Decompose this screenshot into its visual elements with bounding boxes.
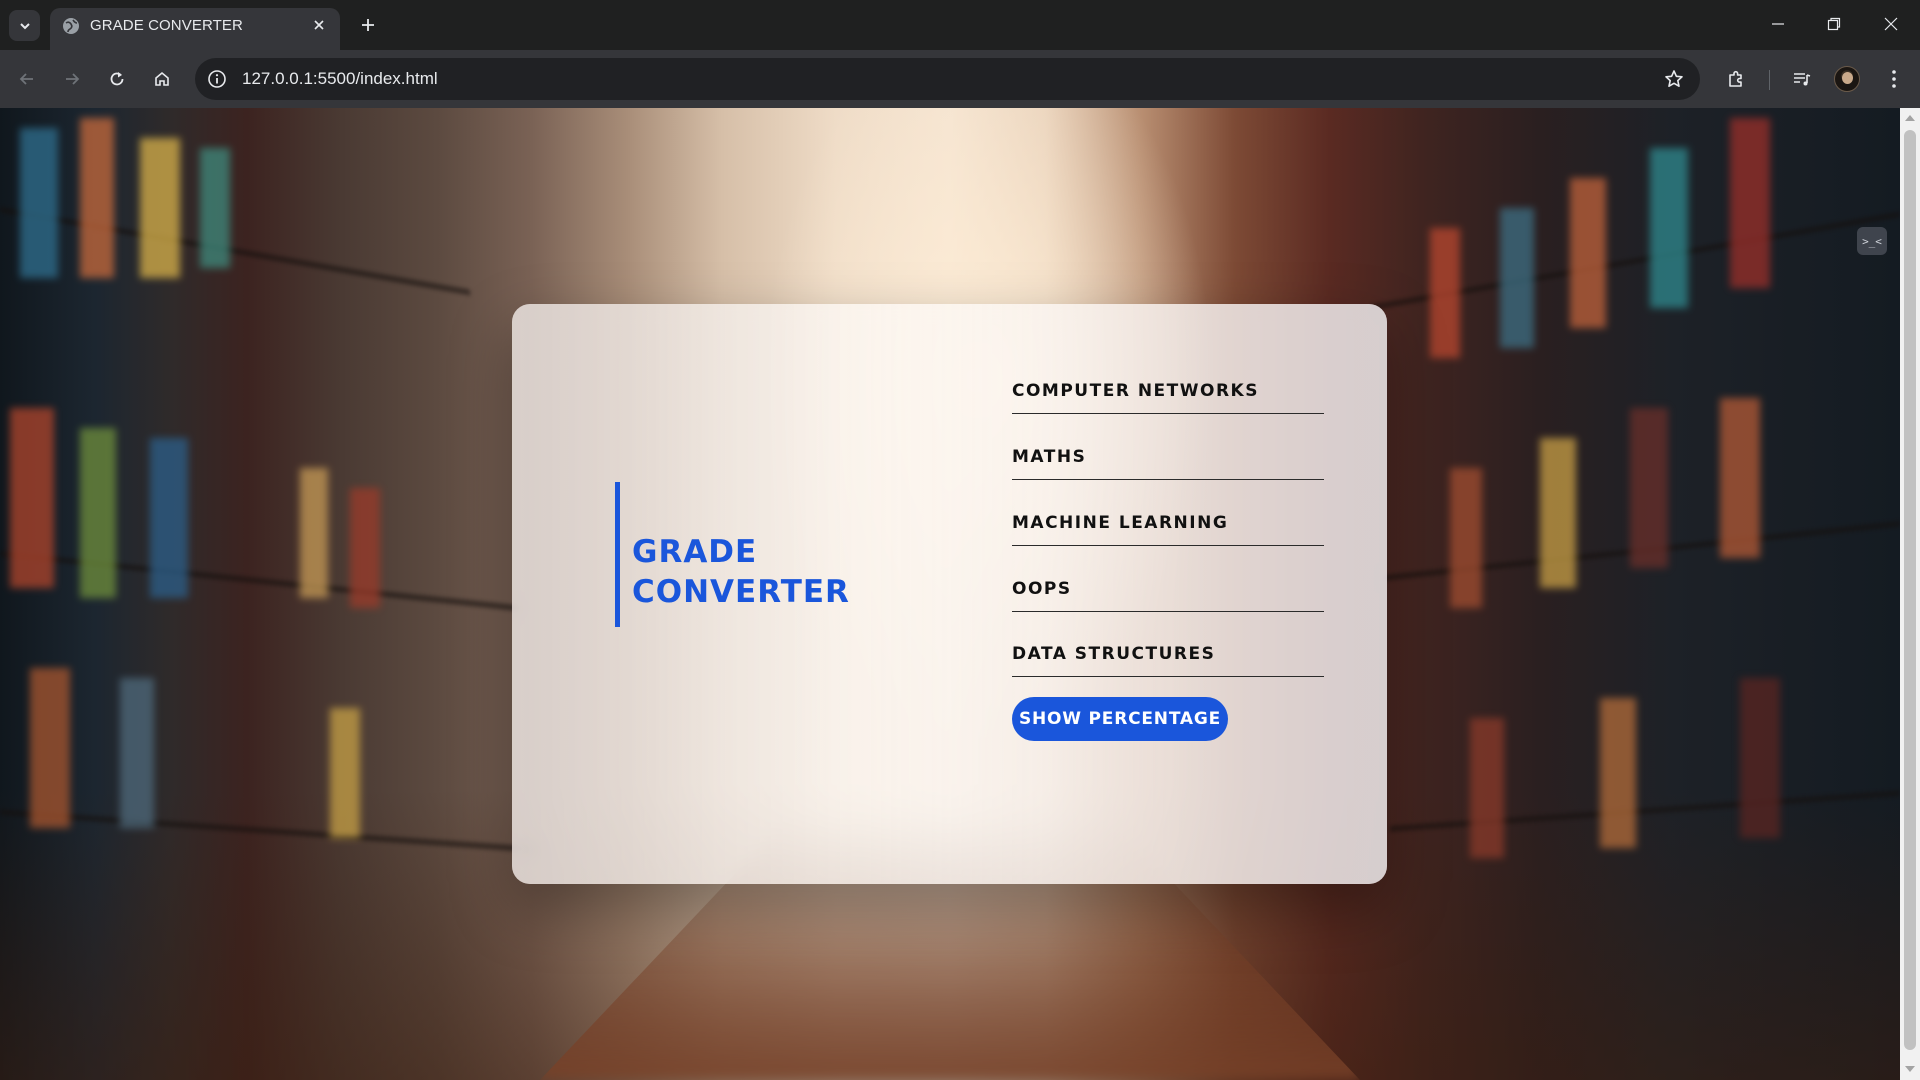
scroll-down-arrow[interactable]: [1905, 1066, 1915, 1072]
globe-icon: [63, 18, 79, 34]
book-decoration: [1500, 208, 1534, 348]
book-decoration: [1650, 148, 1688, 308]
book-decoration: [30, 668, 70, 828]
book-decoration: [330, 708, 360, 838]
shelf-decoration: [0, 550, 520, 612]
puzzle-icon: [1729, 70, 1742, 87]
arrow-left-icon: [19, 73, 33, 85]
subject-label: OOPS: [1012, 579, 1072, 599]
browser-tab-bar: GRADE CONVERTER: [0, 0, 1920, 50]
subject-field-machine-learning[interactable]: MACHINE LEARNING: [1012, 480, 1324, 546]
shelf-decoration: [0, 809, 540, 853]
tab-list-button[interactable]: [9, 10, 40, 41]
book-decoration: [1630, 408, 1668, 568]
extension-widget[interactable]: >_<: [1857, 227, 1887, 255]
book-decoration: [1470, 718, 1504, 858]
book-decoration: [1430, 228, 1460, 358]
subject-label: MACHINE LEARNING: [1012, 513, 1229, 533]
page-title: GRADE CONVERTER: [632, 534, 850, 610]
kebab-menu-icon: [1892, 70, 1896, 88]
close-icon: [314, 20, 324, 30]
show-percentage-button[interactable]: SHOW PERCENTAGE: [1012, 697, 1228, 741]
reload-button[interactable]: [101, 63, 133, 95]
forward-button[interactable]: [56, 63, 88, 95]
star-icon: [1665, 70, 1683, 87]
browser-menu-button[interactable]: [1878, 63, 1910, 95]
browser-tab[interactable]: GRADE CONVERTER: [50, 8, 340, 50]
minimize-button[interactable]: [1758, 9, 1798, 39]
book-decoration: [350, 488, 380, 608]
subject-label: COMPUTER NETWORKS: [1012, 381, 1259, 401]
restore-icon: [1827, 17, 1841, 31]
home-button[interactable]: [146, 63, 178, 95]
book-decoration: [80, 118, 114, 278]
book-decoration: [1450, 468, 1482, 608]
book-decoration: [1720, 398, 1760, 558]
subject-field-computer-networks[interactable]: COMPUTER NETWORKS: [1012, 348, 1324, 414]
media-controls-icon: [1794, 73, 1811, 86]
extensions-button[interactable]: [1720, 63, 1752, 95]
book-decoration: [20, 128, 58, 278]
book-decoration: [300, 468, 328, 598]
media-controls-button[interactable]: [1786, 63, 1818, 95]
tab-title: GRADE CONVERTER: [90, 17, 243, 34]
site-info-button[interactable]: [205, 67, 229, 91]
subject-label: MATHS: [1012, 447, 1087, 467]
book-decoration: [1570, 178, 1606, 328]
book-decoration: [140, 138, 180, 278]
book-decoration: [1540, 438, 1576, 588]
profile-avatar[interactable]: [1834, 66, 1860, 92]
arrow-right-icon: [66, 73, 80, 85]
subject-label: DATA STRUCTURES: [1012, 644, 1216, 664]
new-tab-button[interactable]: [355, 12, 381, 38]
book-decoration: [1730, 118, 1770, 288]
shelf-decoration: [0, 206, 470, 296]
close-tab-button[interactable]: [308, 14, 330, 36]
page-scrollbar[interactable]: [1900, 108, 1920, 1080]
grade-converter-card: GRADE CONVERTER COMPUTER NETWORKS MATHS …: [512, 304, 1387, 884]
book-decoration: [150, 438, 188, 598]
chevron-down-icon: [19, 22, 30, 29]
home-icon: [155, 71, 169, 86]
scroll-up-arrow[interactable]: [1905, 115, 1915, 121]
title-accent-bar: [615, 482, 620, 627]
subject-field-oops[interactable]: OOPS: [1012, 546, 1324, 612]
back-button[interactable]: [11, 63, 43, 95]
address-bar[interactable]: 127.0.0.1:5500/index.html: [195, 58, 1700, 100]
restore-button[interactable]: [1814, 9, 1854, 39]
reload-icon: [110, 72, 124, 86]
toolbar-separator: [1769, 70, 1770, 90]
subject-field-maths[interactable]: MATHS: [1012, 414, 1324, 480]
shelf-decoration: [1390, 790, 1900, 832]
book-decoration: [1600, 698, 1636, 848]
minimize-icon: [1772, 23, 1784, 25]
subject-field-data-structures[interactable]: DATA STRUCTURES: [1012, 611, 1324, 677]
book-decoration: [200, 148, 230, 268]
book-decoration: [1740, 678, 1780, 838]
book-decoration: [120, 678, 154, 828]
info-icon: [208, 70, 226, 88]
book-decoration: [10, 408, 54, 588]
bookmark-button[interactable]: [1662, 67, 1686, 91]
close-window-button[interactable]: [1871, 9, 1911, 39]
browser-toolbar: 127.0.0.1:5500/index.html: [0, 50, 1920, 108]
scrollbar-thumb[interactable]: [1904, 130, 1916, 1050]
close-window-icon: [1884, 17, 1898, 31]
url-text[interactable]: 127.0.0.1:5500/index.html: [242, 69, 438, 89]
book-decoration: [80, 428, 116, 598]
plus-icon: [362, 19, 374, 31]
